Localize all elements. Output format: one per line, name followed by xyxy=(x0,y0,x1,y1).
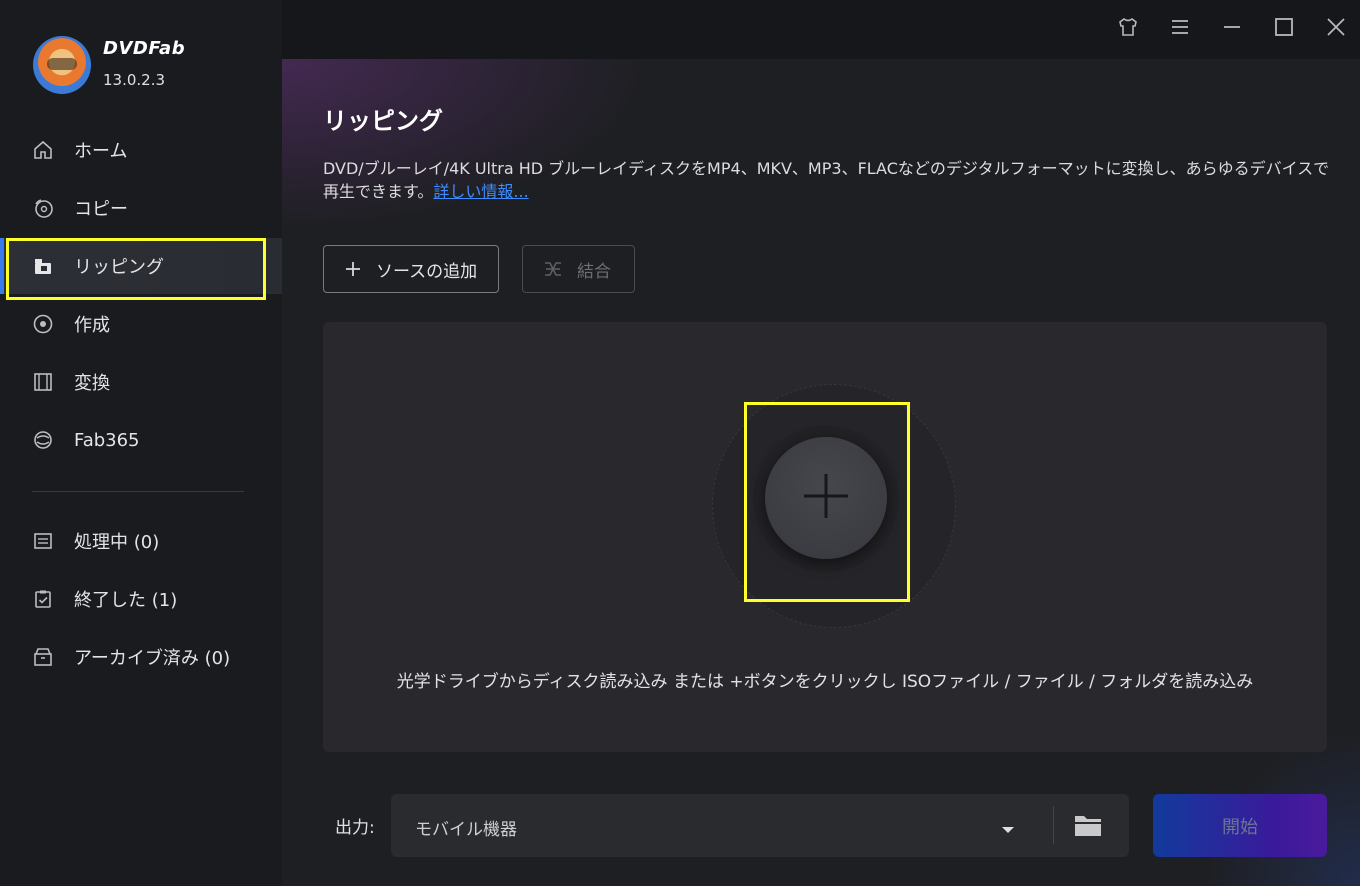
film-icon xyxy=(32,371,54,393)
sidebar-item-label: コピー xyxy=(74,199,128,220)
sidebar-item-convert[interactable]: 変換 xyxy=(0,354,282,410)
sidebar-item-archived[interactable]: アーカイブ済み (0) xyxy=(0,629,282,685)
menu-button[interactable] xyxy=(1165,14,1195,44)
merge-icon xyxy=(543,260,563,278)
clipboard-check-icon xyxy=(32,588,54,610)
close-icon xyxy=(1326,17,1346,41)
sidebar-item-label: Fab365 xyxy=(74,429,140,451)
plus-icon xyxy=(344,260,362,278)
fab365-icon xyxy=(32,429,54,451)
drop-zone[interactable]: 光学ドライブからディスク読み込み または +ボタンをクリックし ISOファイル … xyxy=(323,322,1327,752)
maximize-icon xyxy=(1274,17,1294,41)
sidebar-item-label: リッピング xyxy=(74,257,164,278)
main-panel: リッピング DVD/ブルーレイ/4K Ultra HD ブルーレイディスクをMP… xyxy=(282,59,1360,886)
large-plus-icon xyxy=(802,472,850,524)
drop-hint-text: 光学ドライブからディスク読み込み または +ボタンをクリックし ISOファイル … xyxy=(396,672,1254,692)
disc-create-icon xyxy=(32,313,54,335)
dvdfab-logo xyxy=(33,36,91,94)
sidebar-item-processing[interactable]: 処理中 (0) xyxy=(0,513,282,569)
select-separator xyxy=(1053,806,1054,844)
title-bar xyxy=(282,0,1360,59)
sidebar-item-home[interactable]: ホーム xyxy=(0,122,282,178)
output-label: 出力: xyxy=(335,818,375,838)
close-button[interactable] xyxy=(1321,14,1351,44)
output-profile-select[interactable]: モバイル機器 xyxy=(391,794,1129,857)
sidebar-item-label: 変換 xyxy=(74,373,110,394)
home-icon xyxy=(32,139,54,161)
app-name: DVDFab xyxy=(103,38,186,59)
merge-button[interactable]: 結合 xyxy=(522,245,635,293)
sidebar-item-copy[interactable]: コピー xyxy=(0,180,282,236)
sidebar-divider xyxy=(32,491,244,492)
sidebar: DVDFab 13.0.2.3 ホーム コピー リッピング 作成 変換 Fab3… xyxy=(0,0,282,886)
minimize-icon xyxy=(1222,18,1242,40)
minimize-button[interactable] xyxy=(1217,14,1247,44)
archive-icon xyxy=(32,646,54,668)
start-label: 開始 xyxy=(1222,816,1258,838)
sidebar-item-label: ホーム xyxy=(74,141,128,162)
sidebar-item-create[interactable]: 作成 xyxy=(0,296,282,352)
app-version: 13.0.2.3 xyxy=(103,71,166,89)
folder-icon[interactable] xyxy=(1074,812,1102,842)
start-button[interactable]: 開始 xyxy=(1153,794,1327,857)
skin-icon xyxy=(1117,17,1139,41)
sidebar-item-finished[interactable]: 終了した (1) xyxy=(0,571,282,627)
active-indicator xyxy=(0,238,4,294)
menu-icon xyxy=(1170,18,1190,40)
sidebar-item-fab365[interactable]: Fab365 xyxy=(0,412,282,468)
page-description: DVD/ブルーレイ/4K Ultra HD ブルーレイディスクをMP4、MKV、… xyxy=(323,157,1333,203)
page-title: リッピング xyxy=(323,107,443,135)
sidebar-item-label: アーカイブ済み (0) xyxy=(74,648,231,669)
sidebar-item-ripping[interactable]: リッピング xyxy=(0,238,282,294)
output-profile-value: モバイル機器 xyxy=(415,820,517,840)
brand: DVDFab 13.0.2.3 xyxy=(33,36,185,94)
maximize-button[interactable] xyxy=(1269,14,1299,44)
chevron-down-icon xyxy=(1001,820,1015,839)
merge-label: 結合 xyxy=(577,261,611,282)
sidebar-item-label: 終了した (1) xyxy=(74,590,178,611)
disc-copy-icon xyxy=(32,197,54,219)
ripping-icon xyxy=(32,255,54,277)
skin-button[interactable] xyxy=(1113,14,1143,44)
sidebar-item-label: 作成 xyxy=(74,315,110,336)
add-source-button[interactable]: ソースの追加 xyxy=(323,245,499,293)
more-info-link[interactable]: 詳しい情報... xyxy=(433,182,528,201)
sidebar-item-label: 処理中 (0) xyxy=(74,532,160,553)
add-source-label: ソースの追加 xyxy=(376,261,478,282)
list-icon xyxy=(32,530,54,552)
add-file-button[interactable] xyxy=(765,437,887,559)
